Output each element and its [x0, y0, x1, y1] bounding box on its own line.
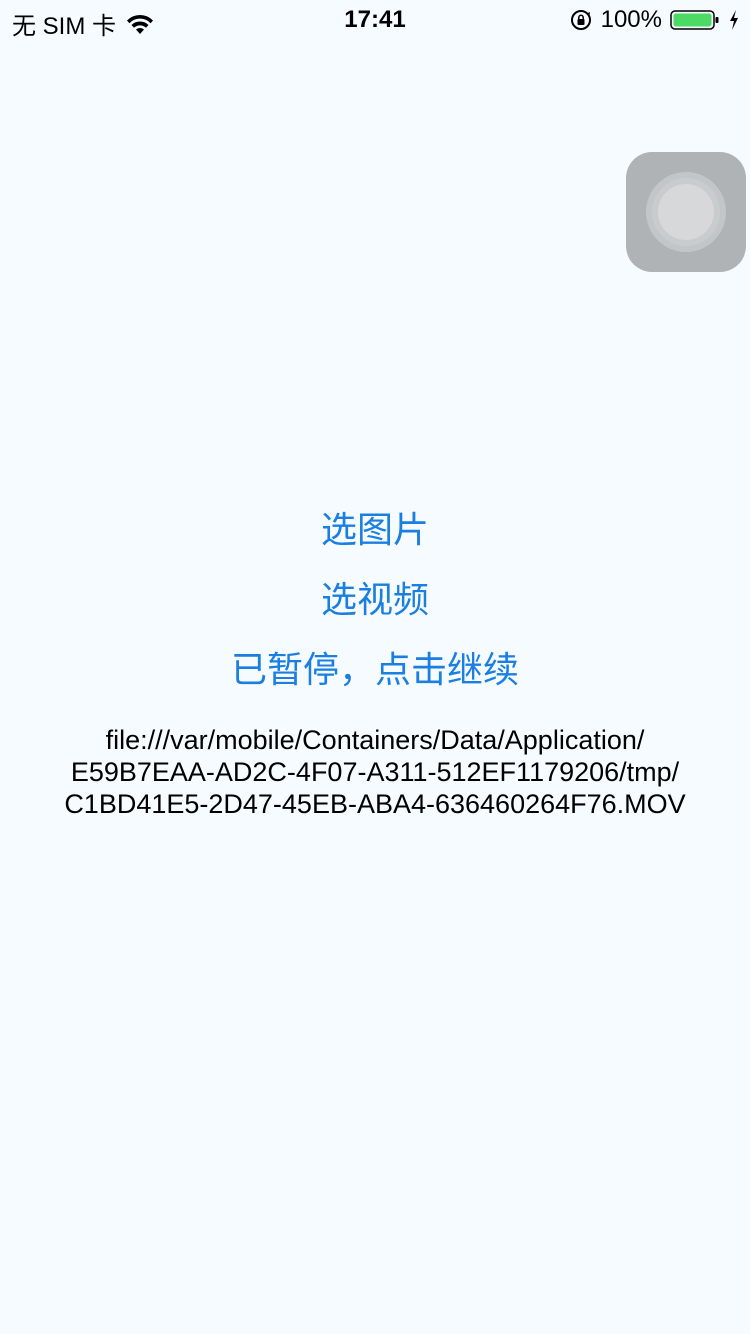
pick-video-button[interactable]: 选视频 [0, 579, 750, 623]
status-right-group: 100% [569, 6, 740, 34]
file-path-line: C1BD41E5-2D47-45EB-ABA4-636460264F76.MOV [64, 789, 686, 819]
charging-bolt-icon [730, 10, 738, 30]
assistive-touch-button[interactable] [626, 152, 746, 272]
app-screen: 无 SIM 卡 17:41 100% 选图片 选视频 已暂停，点击继续 file… [0, 0, 750, 1334]
video-file-path: file:///var/mobile/Containers/Data/Appli… [20, 724, 730, 820]
assistive-touch-center-dot [658, 184, 714, 240]
pick-image-button[interactable]: 选图片 [0, 509, 750, 553]
file-path-line: file:///var/mobile/Containers/Data/Appli… [105, 725, 645, 755]
battery-icon [670, 10, 719, 30]
status-bar: 无 SIM 卡 17:41 100% [0, 0, 750, 40]
resume-playback-button[interactable]: 已暂停，点击继续 [0, 649, 750, 693]
orientation-lock-icon [570, 10, 591, 30]
file-path-line: E59B7EAA-AD2C-4F07-A311-512EF1179206/tmp… [70, 757, 680, 787]
battery-percent: 100% [600, 6, 662, 33]
